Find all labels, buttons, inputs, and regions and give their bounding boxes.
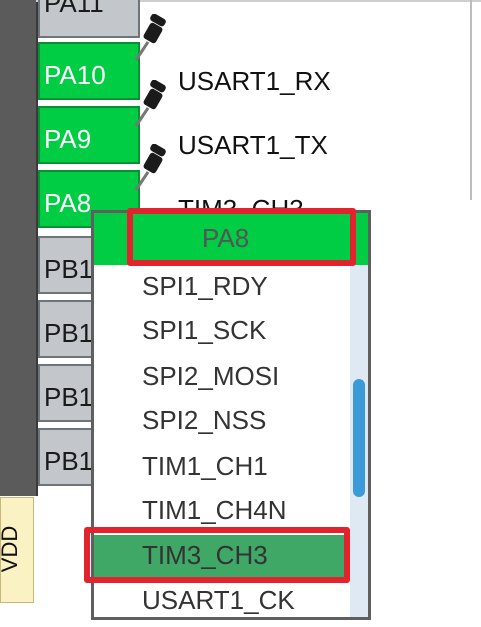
pin-label: PB1 xyxy=(44,446,94,476)
pin-label: PA10 xyxy=(44,60,106,90)
pin-pa10[interactable]: PA10 xyxy=(38,42,140,100)
pin-pa9[interactable]: PA9 xyxy=(38,106,140,164)
scrollbar-track[interactable] xyxy=(350,265,368,617)
pin-label: VDD xyxy=(0,525,23,573)
dropdown-item[interactable]: SPI1_RDY xyxy=(142,271,268,302)
dropdown-item[interactable]: SPI2_MOSI xyxy=(142,361,279,392)
pushpin-icon[interactable] xyxy=(132,14,170,62)
pin-pa11[interactable]: PA11 xyxy=(38,0,140,38)
chip-outline-right xyxy=(470,0,472,200)
pin-label: PA9 xyxy=(44,124,92,154)
highlight-box-selected xyxy=(84,527,350,583)
dropdown-item[interactable]: TIM1_CH4N xyxy=(142,495,286,526)
dropdown-item[interactable]: SPI2_NSS xyxy=(142,405,266,436)
pin-label: PB1 xyxy=(44,254,94,284)
chip-body xyxy=(0,0,38,496)
pin-label: PB1 xyxy=(44,382,94,412)
pin-label: PA8 xyxy=(44,188,92,218)
highlight-box-header xyxy=(127,208,356,266)
pin-label: PA11 xyxy=(44,0,104,18)
dropdown-item[interactable]: TIM1_CH1 xyxy=(142,451,268,482)
pin-vdd[interactable]: VDD xyxy=(0,497,34,603)
pushpin-icon[interactable] xyxy=(132,80,170,128)
dropdown-item[interactable]: SPI1_SCK xyxy=(142,315,266,346)
signal-label-pa10: USART1_RX xyxy=(178,66,331,96)
signal-label-pa9: USART1_TX xyxy=(178,130,328,160)
dropdown-item[interactable]: USART1_CK xyxy=(142,585,295,616)
scrollbar-thumb[interactable] xyxy=(353,379,365,497)
pushpin-icon[interactable] xyxy=(132,144,170,192)
pin-label: PB1 xyxy=(44,318,94,348)
